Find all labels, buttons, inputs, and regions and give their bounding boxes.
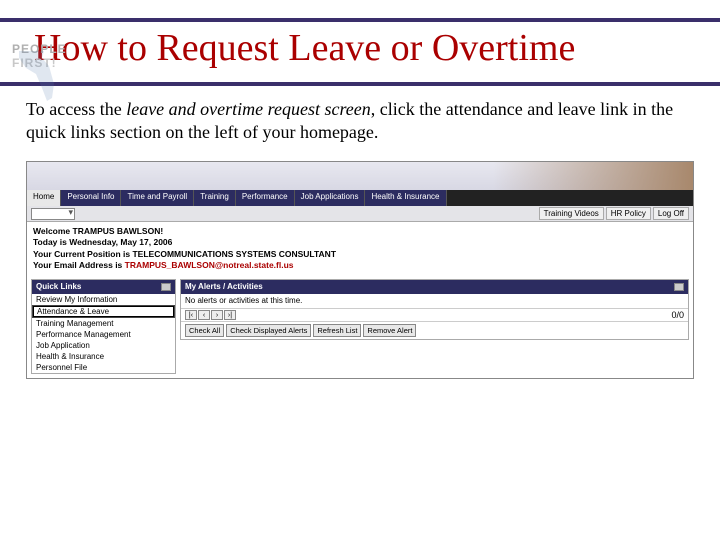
tab-personal-info[interactable]: Personal Info bbox=[61, 190, 121, 206]
tab-training[interactable]: Training bbox=[194, 190, 236, 206]
tab-job-applications[interactable]: Job Applications bbox=[295, 190, 366, 206]
page-title: How to Request Leave or Overtime bbox=[0, 22, 720, 76]
ql-training-mgmt[interactable]: Training Management bbox=[32, 318, 175, 329]
link-hr-policy[interactable]: HR Policy bbox=[606, 207, 651, 220]
pager-count: 0/0 bbox=[671, 310, 684, 320]
btn-check-all[interactable]: Check All bbox=[185, 324, 224, 337]
tab-performance[interactable]: Performance bbox=[236, 190, 295, 206]
instruction-text: To access the leave and overtime request… bbox=[0, 86, 720, 157]
tab-time-payroll[interactable]: Time and Payroll bbox=[121, 190, 194, 206]
quick-links-panel: Quick Links Review My Information Attend… bbox=[31, 279, 176, 374]
banner-image bbox=[27, 162, 693, 190]
nav-tabs: Home Personal Info Time and Payroll Trai… bbox=[27, 190, 693, 206]
link-log-off[interactable]: Log Off bbox=[653, 207, 689, 220]
ql-performance-mgmt[interactable]: Performance Management bbox=[32, 329, 175, 340]
welcome-block: Welcome TRAMPUS BAWLSON! Today is Wednes… bbox=[27, 222, 693, 276]
link-training-videos[interactable]: Training Videos bbox=[539, 207, 604, 220]
pager-buttons[interactable]: |‹‹››| bbox=[185, 310, 236, 320]
alerts-body: No alerts or activities at this time. bbox=[181, 294, 688, 308]
dropdown[interactable] bbox=[31, 208, 75, 220]
sub-toolbar: Training Videos HR Policy Log Off bbox=[27, 206, 693, 222]
ql-job-application[interactable]: Job Application bbox=[32, 340, 175, 351]
ql-personnel-file[interactable]: Personnel File bbox=[32, 362, 175, 373]
florida-map-icon bbox=[14, 46, 64, 106]
quick-links-header: Quick Links bbox=[36, 282, 81, 291]
btn-refresh-list[interactable]: Refresh List bbox=[313, 324, 361, 337]
tab-health-insurance[interactable]: Health & Insurance bbox=[365, 190, 446, 206]
ql-review-info[interactable]: Review My Information bbox=[32, 294, 175, 305]
btn-check-displayed[interactable]: Check Displayed Alerts bbox=[226, 324, 311, 337]
ql-attendance-leave[interactable]: Attendance & Leave bbox=[32, 305, 175, 318]
window-icon[interactable] bbox=[161, 283, 171, 291]
alerts-header: My Alerts / Activities bbox=[185, 282, 263, 291]
embedded-screenshot: Home Personal Info Time and Payroll Trai… bbox=[26, 161, 694, 379]
btn-remove-alert[interactable]: Remove Alert bbox=[363, 324, 416, 337]
window-icon[interactable] bbox=[674, 283, 684, 291]
ql-health-insurance[interactable]: Health & Insurance bbox=[32, 351, 175, 362]
alerts-panel: My Alerts / Activities No alerts or acti… bbox=[180, 279, 689, 340]
tab-home[interactable]: Home bbox=[27, 190, 61, 206]
